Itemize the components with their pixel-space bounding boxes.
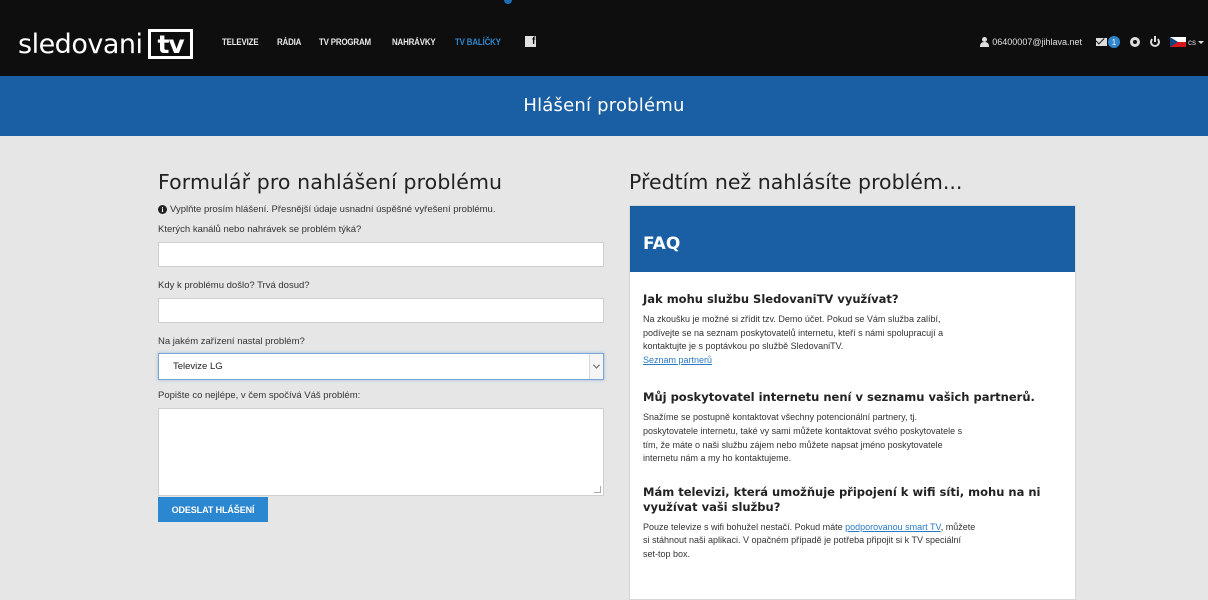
label-when: Kdy k problému došlo? Trvá dosud? (158, 280, 310, 291)
nav-televize[interactable]: TELEVIZE (222, 37, 259, 47)
form-info: i Vyplňte prosím hlášení. Přesnější údaj… (158, 204, 606, 215)
user-email[interactable]: 06400007@jihlava.net (992, 37, 1082, 47)
faq-answer: Na zkoušku je možné si zřídit tzv. Demo … (643, 313, 1061, 367)
report-form: Formulář pro nahlášení problému i Vyplňt… (158, 170, 606, 522)
partners-link[interactable]: Seznam partnerů (643, 355, 712, 365)
chevron-down-icon[interactable] (1198, 40, 1204, 44)
info-icon: i (158, 205, 167, 214)
power-icon[interactable] (1150, 36, 1160, 47)
faq-question-line: Mám televizi, která umožňuje připojení k… (643, 484, 1041, 499)
nav-tv-program[interactable]: TV PROGRAM (319, 37, 371, 47)
main-nav: TELEVIZE RÁDIA TV PROGRAM NAHRÁVKY TV BA… (222, 36, 537, 47)
label-channels: Kterých kanálů nebo nahrávek se problém … (158, 224, 362, 235)
faq-card: FAQ Jak mohu službu SledovaniTV využívat… (629, 205, 1076, 600)
page-title: Hlášení problému (523, 95, 685, 116)
language-code[interactable]: cs (1188, 38, 1196, 47)
active-indicator (504, 0, 512, 4)
faq-question: Jak mohu službu SledovaniTV využívat? (643, 292, 899, 306)
answer-prefix: Pouze televize s wifi bohužel nestačí. P… (643, 521, 843, 532)
chevron-down-icon (589, 354, 603, 379)
faq-heading: Předtím než nahlásíte problém... (629, 170, 963, 194)
faq-answer-line: poskytovatele internetu, také vy sami mů… (643, 425, 963, 436)
device-select-value: Televize LG (173, 361, 223, 372)
faq-answer-line: kontaktujte je s poptávkou po službě Sle… (643, 341, 844, 352)
czech-flag-icon[interactable] (1170, 37, 1186, 47)
facebook-glyph: f (532, 36, 536, 47)
user-icon (980, 37, 990, 47)
faq-answer: Pouze televize s wifi bohužel nestačí. P… (643, 521, 1061, 562)
nav-radia[interactable]: RÁDIA (277, 37, 301, 47)
mail-icon[interactable] (1096, 38, 1107, 46)
nav-nahravky[interactable]: NAHRÁVKY (392, 37, 436, 47)
faq-answer-line: Snažíme se postupně kontaktovat všechny … (643, 412, 917, 423)
answer-suffix: , můžete (940, 521, 976, 532)
faq-answer-line: internetu nám a my ho kontaktujeme. (643, 453, 792, 464)
when-input[interactable] (158, 298, 604, 323)
faq-item: Jak mohu službu SledovaniTV využívat? Na… (643, 292, 1061, 367)
messages-badge[interactable]: 1 (1108, 36, 1120, 48)
faq-question-line: využívat vaši službu? (643, 499, 781, 514)
faq-answer-line: Na zkoušku je možné si zřídit tzv. Demo … (643, 314, 941, 324)
logo-tv-text: tv (157, 29, 184, 59)
faq-question: Můj poskytovatel internetu není v seznam… (643, 390, 1035, 405)
label-device: Na jakém zařízení nastal problém? (158, 336, 305, 347)
form-title: Formulář pro nahlášení problému (158, 170, 503, 194)
device-select[interactable]: Televize LG (158, 353, 604, 380)
nav-tv-balicky[interactable]: TV BALÍČKY (455, 37, 501, 47)
faq-answer: Snažíme se postupně kontaktovat všechny … (643, 411, 1061, 465)
form-info-text: Vyplňte prosím hlášení. Přesnější údaje … (170, 204, 496, 215)
gear-icon[interactable] (1130, 37, 1140, 47)
smart-tv-link[interactable]: podporovanou smart TV (845, 522, 941, 532)
faq-answer-line: set-top box. (643, 548, 691, 559)
user-bar: 06400007@jihlava.net 1 cs (980, 36, 1204, 48)
faq-body: Jak mohu službu SledovaniTV využívat? Na… (630, 292, 1075, 562)
page-title-band: Hlášení problému (0, 76, 1208, 136)
logo-text: sledovani (18, 28, 143, 60)
faq-answer-line: podívejte se na seznam poskytovatelů int… (643, 327, 944, 338)
faq-title: FAQ (643, 234, 681, 254)
faq-answer-line: tím, že máte o naši službu zájem nebo mů… (643, 439, 943, 450)
top-navbar: sledovani tv TELEVIZE RÁDIA TV PROGRAM N… (0, 0, 1208, 76)
logo[interactable]: sledovani tv (18, 24, 193, 64)
facebook-icon[interactable]: f (525, 36, 537, 47)
channels-input[interactable] (158, 242, 604, 267)
submit-button[interactable]: ODESLAT HLÁŠENÍ (158, 497, 268, 522)
faq-item: Můj poskytovatel internetu není v seznam… (643, 390, 1061, 465)
description-textarea[interactable] (158, 408, 604, 496)
faq-answer-line: Pouze televize s wifi bohužel nestačí. P… (643, 521, 1061, 535)
logo-tv-box: tv (148, 29, 193, 59)
faq-header: FAQ (630, 206, 1075, 272)
faq-answer-line: si stáhnout naši aplikaci. V opačném pří… (643, 535, 962, 546)
label-description: Popište co nejlépe, v čem spočívá Váš pr… (158, 390, 361, 401)
faq-item: Mám televizi, která umožňuje připojení k… (643, 485, 1061, 562)
